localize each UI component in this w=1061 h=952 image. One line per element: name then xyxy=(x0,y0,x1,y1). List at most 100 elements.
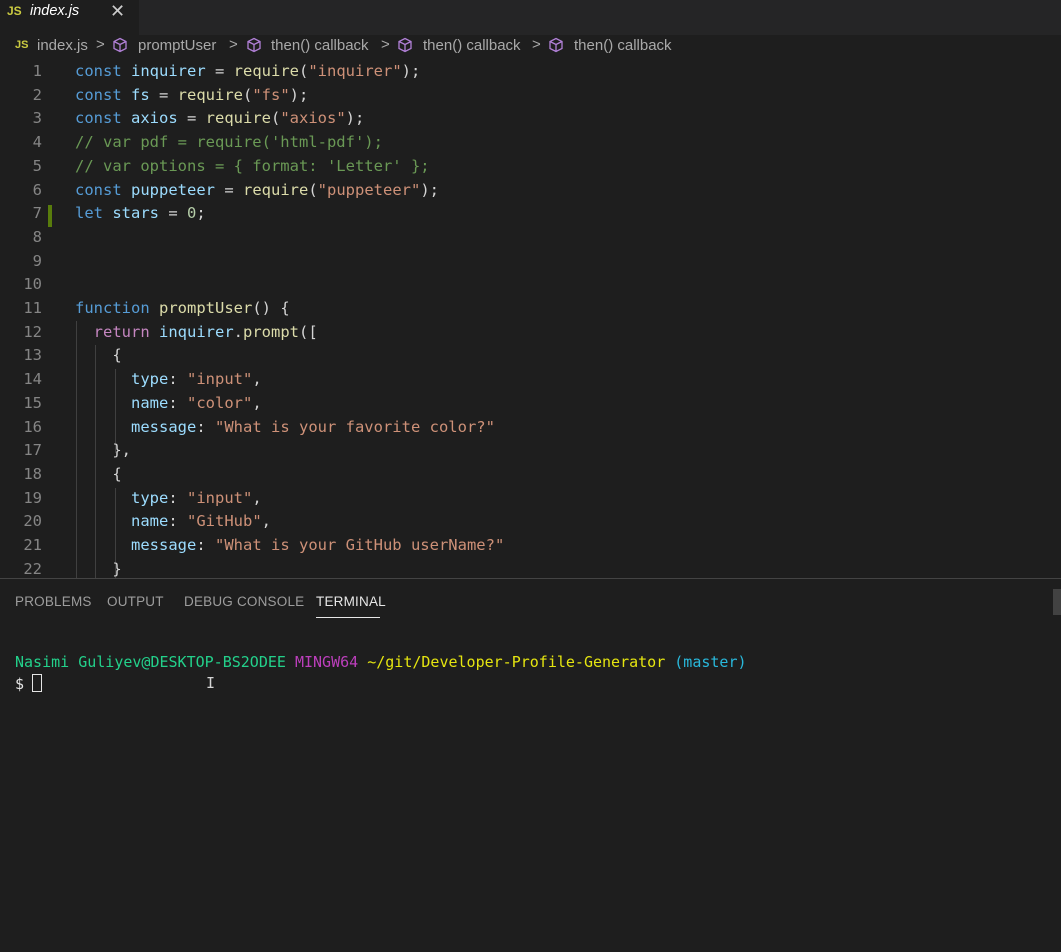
code-token: inquirer xyxy=(131,62,206,80)
code-token: "input" xyxy=(187,488,253,507)
code-line[interactable]: 17 }, xyxy=(0,438,1061,462)
line-number: 3 xyxy=(32,109,42,128)
line-number: 15 xyxy=(23,393,42,412)
code-line[interactable]: 8 xyxy=(0,225,1061,249)
code-line[interactable]: 1 const inquirer = require("inquirer"); xyxy=(0,59,1061,83)
tab-output[interactable]: OUTPUT xyxy=(107,594,164,609)
line-number: 2 xyxy=(32,85,42,104)
line-number: 19 xyxy=(23,488,42,507)
code-token: = xyxy=(205,62,234,80)
code-text: // var pdf = require('html-pdf'); xyxy=(75,130,383,154)
tab-debug-console[interactable]: DEBUG CONSOLE xyxy=(184,594,304,609)
code-text: { xyxy=(75,462,121,486)
code-token: ( xyxy=(298,62,309,80)
code-token: ); xyxy=(289,85,309,104)
javascript-file-icon: JS xyxy=(15,39,29,51)
terminal-input-line[interactable]: $ xyxy=(15,674,43,693)
code-line[interactable]: 11 function promptUser() { xyxy=(0,296,1061,320)
code-token: "fs" xyxy=(252,85,290,104)
code-token: , xyxy=(252,370,262,389)
terminal-path: ~/git/Developer-Profile-Generator xyxy=(367,653,666,671)
code-text: }, xyxy=(75,438,131,462)
code-editor[interactable]: 1 const inquirer = require("inquirer"); 2 c… xyxy=(0,59,1061,578)
code-token: require xyxy=(205,109,271,128)
code-line[interactable]: 3 const axios = require("axios"); xyxy=(0,106,1061,130)
code-token: type xyxy=(131,370,169,389)
code-line[interactable]: 15 name: "color", xyxy=(0,391,1061,415)
code-token: : xyxy=(168,393,187,412)
breadcrumb-item-then-callback[interactable]: then() callback xyxy=(574,37,672,54)
terminal-cursor xyxy=(32,674,43,692)
breadcrumb-file[interactable]: index.js xyxy=(37,37,88,54)
code-line[interactable]: 18 { xyxy=(0,462,1061,486)
code-text: type: "input", xyxy=(75,367,262,391)
code-token: ( xyxy=(243,85,253,104)
code-text: message: "What is your favorite color?" xyxy=(75,415,495,439)
breadcrumb-item-promptuser[interactable]: promptUser xyxy=(138,37,216,54)
code-token: : xyxy=(196,417,215,436)
code-line[interactable]: 7 let stars = 0; xyxy=(0,201,1061,225)
code-token: : xyxy=(168,512,187,531)
code-token: const xyxy=(75,109,131,128)
javascript-file-icon: JS xyxy=(7,4,22,18)
terminal-branch: (master) xyxy=(674,653,747,671)
code-token: "inquirer" xyxy=(308,62,402,80)
code-token: () { xyxy=(252,299,290,317)
code-token: name xyxy=(131,393,169,412)
close-icon[interactable]: ✕ xyxy=(110,1,125,22)
code-line[interactable]: 10 xyxy=(0,272,1061,296)
code-line[interactable]: 22 } xyxy=(0,557,1061,578)
code-line[interactable]: 5 // var options = { format: 'Letter' }; xyxy=(0,154,1061,178)
mouse-ibeam-cursor-icon: I xyxy=(206,674,216,692)
line-number: 16 xyxy=(23,417,42,436)
code-token: ; xyxy=(196,204,206,223)
code-line[interactable]: 9 xyxy=(0,249,1061,273)
code-line[interactable]: 20 name: "GitHub", xyxy=(0,509,1061,533)
code-token: : xyxy=(196,536,215,554)
code-line[interactable]: 4 // var pdf = require('html-pdf'); xyxy=(0,130,1061,154)
code-line[interactable]: 2 const fs = require("fs"); xyxy=(0,83,1061,107)
code-line[interactable]: 16 message: "What is your favorite color… xyxy=(0,415,1061,439)
code-token: inquirer xyxy=(159,322,234,341)
code-token: "What is your favorite color?" xyxy=(215,417,495,436)
code-line[interactable]: 19 type: "input", xyxy=(0,486,1061,510)
breadcrumb-item-then-callback[interactable]: then() callback xyxy=(271,37,369,54)
code-text: let stars = 0; xyxy=(75,201,206,225)
breadcrumb-item-then-callback[interactable]: then() callback xyxy=(423,37,521,54)
breadcrumb-separator: > xyxy=(381,36,390,53)
code-line[interactable]: 21 message: "What is your GitHub userNam… xyxy=(0,533,1061,557)
tab-index-js[interactable]: JS index.js ✕ xyxy=(0,0,139,35)
code-token: , xyxy=(252,488,262,507)
code-token: { xyxy=(75,346,122,365)
scrollbar-thumb[interactable] xyxy=(1053,589,1061,615)
code-line[interactable]: 12 return inquirer.prompt([ xyxy=(0,320,1061,344)
code-token: promptUser xyxy=(159,299,253,317)
code-token: name xyxy=(131,512,169,531)
line-number: 1 xyxy=(32,62,42,80)
code-token: type xyxy=(131,488,169,507)
method-cube-icon xyxy=(549,37,563,53)
tab-problems[interactable]: PROBLEMS xyxy=(15,594,92,609)
code-line[interactable]: 14 type: "input", xyxy=(0,367,1061,391)
line-number: 18 xyxy=(23,464,42,483)
code-token: let xyxy=(75,204,113,223)
code-text: const axios = require("axios"); xyxy=(75,106,364,130)
code-token: stars xyxy=(112,204,159,223)
code-token: ( xyxy=(271,109,281,128)
line-number: 12 xyxy=(23,322,42,341)
code-line[interactable]: 6 const puppeteer = require("puppeteer"); xyxy=(0,178,1061,202)
code-token: "input" xyxy=(187,370,253,389)
code-token: "GitHub" xyxy=(187,512,262,531)
code-token: = xyxy=(159,204,187,223)
code-token: // var options = { format: 'Letter' }; xyxy=(75,156,430,175)
code-token: = xyxy=(177,109,206,128)
tab-terminal[interactable]: TERMINAL xyxy=(316,594,386,609)
code-text: name: "GitHub", xyxy=(75,509,271,533)
code-token: ([ xyxy=(299,322,318,341)
code-line[interactable]: 13 { xyxy=(0,343,1061,367)
